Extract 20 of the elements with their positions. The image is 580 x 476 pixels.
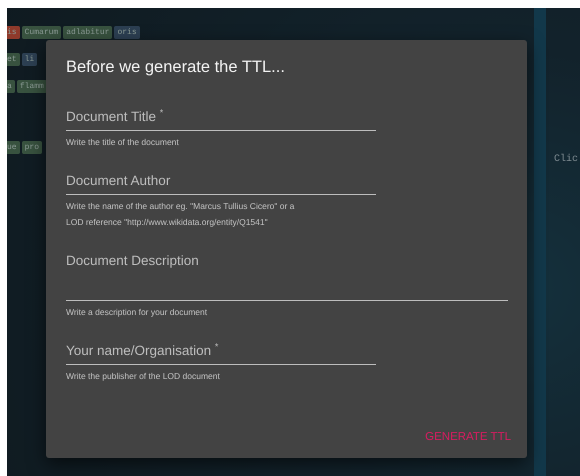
word-tag: Cumarum (22, 26, 62, 39)
word-tag: adlabitur (63, 26, 112, 39)
word-tag: et (7, 53, 20, 66)
textarea-field[interactable]: Document Description (66, 252, 508, 300)
word-tag: a (7, 80, 15, 93)
input-field[interactable]: Your name/Organisation $^{*}$ (66, 342, 376, 365)
helper-text: Write the publisher of the LOD document (66, 370, 221, 383)
word-tag: flamm (16, 80, 47, 93)
side-text: Clic (554, 154, 578, 165)
dialog-title: Before we generate the TTL... (66, 58, 286, 77)
input-field[interactable]: Document Author (66, 172, 376, 194)
word-tag: ue (7, 141, 20, 154)
input-field[interactable]: Document Title $^{*}$ (66, 107, 376, 130)
helper-text: Write a description for your document (66, 306, 208, 319)
word-tag: is (7, 26, 20, 39)
helper-text: Write the name of the author eg. "Marcus Tullius Cicero" or a LOD reference "http://www.wikidata.org/entity/Q1541" (66, 200, 296, 229)
word-tag: oris (114, 26, 140, 39)
helper-text: Write the title of the document (66, 136, 180, 148)
word-tag: pro (22, 141, 42, 154)
word-tag: li (22, 53, 38, 66)
